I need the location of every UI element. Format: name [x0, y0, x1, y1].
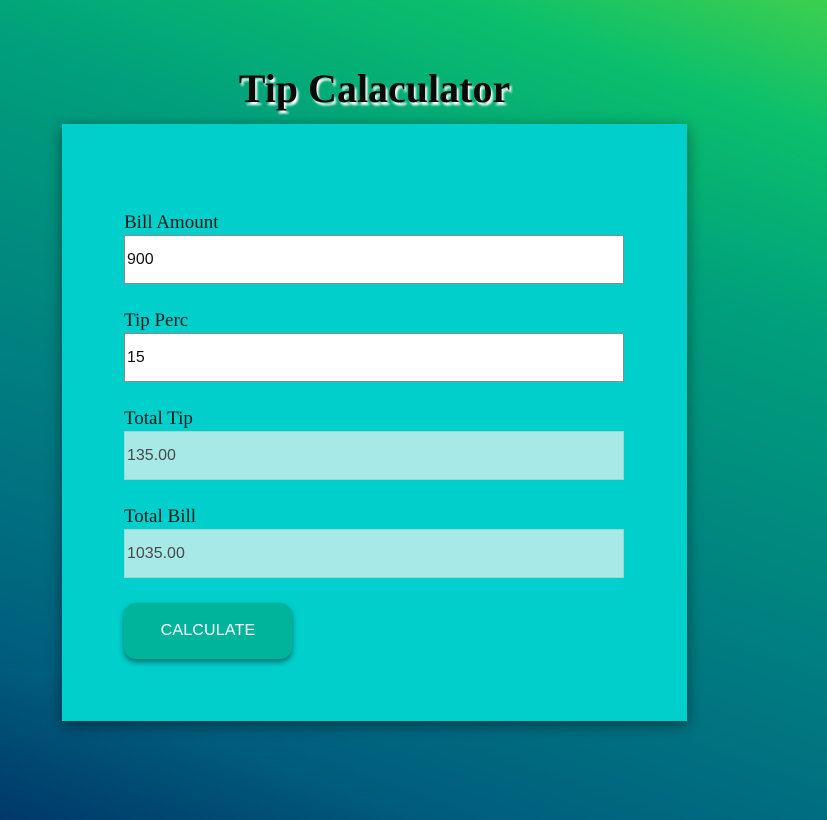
total-bill-label: Total Bill [124, 506, 197, 527]
bill-amount-input[interactable] [124, 235, 624, 284]
tip-perc-label: Tip Perc [124, 310, 189, 331]
page-title: Tip Calaculator [238, 66, 511, 111]
bill-amount-label: Bill Amount [124, 212, 219, 233]
tip-perc-input[interactable] [124, 333, 624, 382]
calculate-button[interactable]: CALCULATE [124, 603, 292, 659]
total-tip-output [124, 431, 624, 480]
tip-calculator-card: Bill Amount Tip Perc Total Tip Total Bil… [62, 124, 687, 721]
total-bill-output [124, 529, 624, 578]
total-tip-label: Total Tip [124, 408, 193, 429]
